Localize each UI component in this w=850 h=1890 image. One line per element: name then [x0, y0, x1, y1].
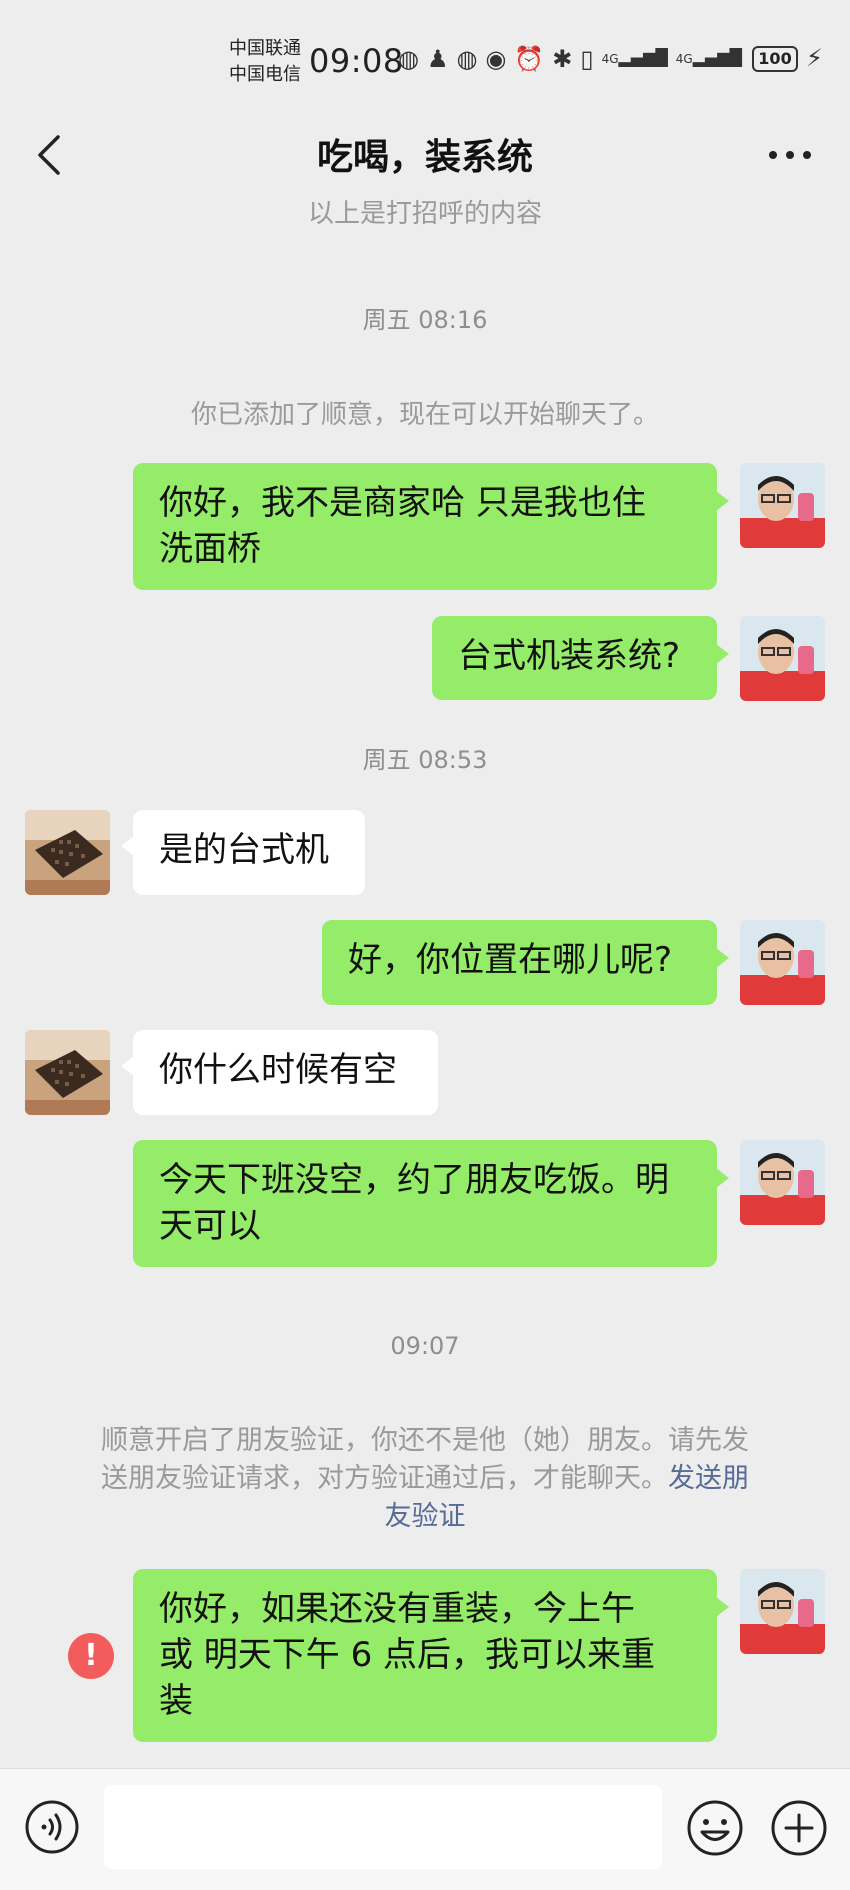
my-avatar-image — [740, 616, 825, 701]
friend-verification-notice: 顺意开启了朋友验证，你还不是他（她）朋友。请先发 送朋友验证请求，对方验证通过后… — [70, 1422, 780, 1536]
contact-avatar[interactable] — [25, 810, 110, 895]
my-avatar-image — [740, 920, 825, 1005]
my-message-bubble[interactable]: 好，你位置在哪儿呢? — [322, 920, 729, 1005]
notice-line: 送朋友验证请求，对方验证通过后，才能聊天。发送朋 — [70, 1460, 780, 1498]
battery-icon: 100 — [752, 46, 798, 72]
vibrate-icon: ▯ — [580, 44, 594, 73]
more-functions-button[interactable] — [770, 1799, 828, 1857]
notice-text: 送朋友验证请求，对方验证通过后，才能聊天。 — [101, 1463, 668, 1494]
message-line: 是的台式机 — [159, 830, 329, 870]
my-message-bubble[interactable]: 台式机装系统? — [432, 616, 729, 700]
message-line: 洗面桥 — [159, 529, 261, 569]
my-avatar-image — [740, 1140, 825, 1225]
message-line: 或 明天下午 6 点后，我可以来重 — [159, 1635, 656, 1675]
message-line: 装 — [159, 1681, 193, 1721]
more-dots-icon — [769, 151, 811, 159]
wechat-icon-2: ◍ — [456, 44, 478, 73]
contact-message-bubble[interactable]: 你什么时候有空 — [121, 1030, 438, 1115]
my-avatar[interactable] — [740, 616, 825, 701]
notice-line: 友验证 — [70, 1498, 780, 1536]
message-line: 你好，如果还没有重装，今上午 — [159, 1589, 635, 1629]
my-avatar[interactable] — [740, 1569, 825, 1654]
send-verification-link[interactable]: 发送朋 — [668, 1463, 749, 1494]
timestamp: 周五 08:53 — [362, 746, 488, 774]
wechat-icon: ◍ — [398, 44, 419, 73]
contact-message-bubble[interactable]: 是的台式机 — [121, 810, 365, 895]
chat-title: 吃喝，装系统 — [316, 137, 533, 178]
bluetooth-icon: ✱ — [552, 44, 573, 73]
my-message-bubble[interactable]: 你好，我不是商家哈 只是我也住 洗面桥 — [133, 463, 729, 590]
signal-icon-2: 4G▂▄▆█ — [675, 48, 742, 67]
contact-avatar-image — [25, 1030, 110, 1115]
signal-icon-1: 4G▂▄▆█ — [601, 48, 668, 67]
message-line: 天可以 — [159, 1206, 261, 1246]
voice-icon — [25, 1800, 79, 1854]
message-line: 好，你位置在哪儿呢? — [348, 940, 673, 980]
system-message-greeting: 以上是打招呼的内容 — [307, 199, 542, 229]
emoji-icon — [687, 1800, 743, 1856]
message-line: 你好，我不是商家哈 只是我也住 — [159, 483, 646, 523]
status-icons: ◍ ♟ ◍ ◉ ⏰ ✱ ▯ 4G▂▄▆█ 4G▂▄▆█ — [398, 44, 742, 73]
send-verification-link-cont[interactable]: 友验证 — [385, 1501, 466, 1532]
my-avatar[interactable] — [740, 920, 825, 1005]
voice-button[interactable] — [24, 1799, 80, 1855]
carrier-1: 中国联通 — [229, 38, 301, 59]
message-line: 你什么时候有空 — [159, 1050, 397, 1090]
my-message-bubble[interactable]: 你好，如果还没有重装，今上午 或 明天下午 6 点后，我可以来重 装 — [133, 1569, 729, 1742]
my-message-bubble[interactable]: 今天下班没空，约了朋友吃饭。明 天可以 — [133, 1140, 729, 1267]
input-bar — [0, 1768, 850, 1890]
carrier-labels: 中国联通 中国电信 — [229, 36, 301, 88]
plus-icon — [771, 1800, 827, 1856]
notice-line: 顺意开启了朋友验证，你还不是他（她）朋友。请先发 — [101, 1425, 749, 1456]
contact-avatar[interactable] — [25, 1030, 110, 1115]
status-bar: 中国联通 中国电信 09:08 ◍ ♟ ◍ ◉ ⏰ ✱ ▯ 4G▂▄▆█ 4G▂… — [0, 0, 850, 120]
alarm-icon: ⏰ — [514, 44, 545, 73]
contact-avatar-image — [25, 810, 110, 895]
more-button[interactable] — [760, 132, 820, 178]
message-line: 台式机装系统? — [458, 636, 681, 676]
my-avatar[interactable] — [740, 463, 825, 548]
my-avatar-image — [740, 1569, 825, 1654]
carrier-2: 中国电信 — [229, 64, 301, 85]
timestamp: 09:07 — [390, 1332, 460, 1360]
send-failed-icon[interactable]: ! — [68, 1633, 114, 1679]
timestamp: 周五 08:16 — [362, 306, 488, 334]
title-bar: 吃喝，装系统 — [0, 110, 850, 200]
message-line: 今天下班没空，约了朋友吃饭。明 — [159, 1160, 669, 1200]
system-message-added: 你已添加了顺意，现在可以开始聊天了。 — [190, 400, 659, 430]
eye-icon: ◉ — [485, 44, 507, 73]
emoji-button[interactable] — [686, 1799, 744, 1857]
charging-icon: ⚡ — [806, 44, 823, 72]
my-avatar-image — [740, 463, 825, 548]
status-time: 09:08 — [309, 42, 404, 80]
message-input[interactable] — [104, 1785, 662, 1869]
my-avatar[interactable] — [740, 1140, 825, 1225]
qq-icon: ♟ — [426, 44, 449, 73]
